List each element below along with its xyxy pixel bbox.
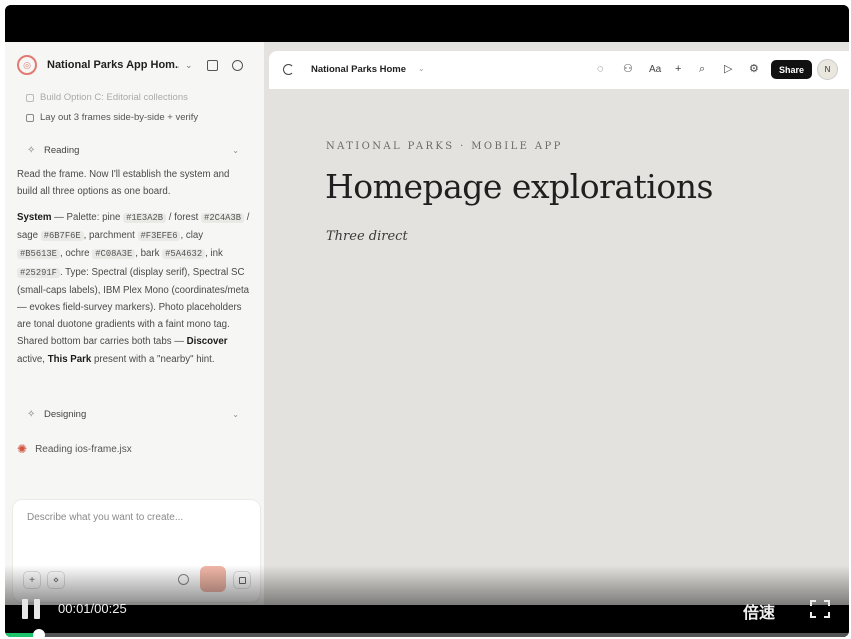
canvas-kicker: NATIONAL PARKS · MOBILE APP bbox=[326, 141, 563, 152]
file-title[interactable]: National Parks Home bbox=[311, 64, 406, 75]
assistant-message-system: System — Palette: pine #1E3A2B / forest … bbox=[17, 212, 250, 365]
playback-time: 00:01/00:25 bbox=[58, 601, 127, 616]
project-name[interactable]: National Parks App Hom... bbox=[47, 59, 179, 71]
video-controls: 00:01/00:25 倍速 bbox=[5, 591, 849, 637]
pause-icon bbox=[22, 599, 28, 619]
assistant-message-intro: Read the frame. Now I'll establish the s… bbox=[17, 169, 230, 198]
pause-icon bbox=[34, 599, 40, 619]
chat-sidebar: ◎ National Parks App Hom... ⌄ Build Opti… bbox=[5, 42, 264, 605]
step-designing[interactable]: ✧ Designing ⌄ bbox=[17, 403, 249, 425]
sidebar-toggle-icon[interactable] bbox=[206, 59, 218, 71]
avatar[interactable]: N bbox=[817, 59, 838, 80]
screen: ◎ National Parks App Hom... ⌄ Build Opti… bbox=[0, 0, 851, 639]
fullscreen-icon[interactable] bbox=[810, 600, 830, 618]
spider-icon: ✺ bbox=[17, 442, 28, 456]
step-reading[interactable]: ✧ Reading ⌄ bbox=[17, 139, 249, 161]
progress-handle[interactable] bbox=[33, 629, 45, 637]
checkbox[interactable] bbox=[26, 93, 34, 102]
chevron-down-icon[interactable]: ⌄ bbox=[185, 60, 193, 71]
todo-item[interactable]: Build Option C: Editorial collections bbox=[26, 92, 188, 103]
checkbox[interactable] bbox=[26, 113, 34, 122]
plus-icon[interactable]: + bbox=[675, 63, 681, 76]
canvas-toolbar: National Parks Home ⌄ ◌ ⚇ Aa + ⌕ ▷ ⚙ Sha… bbox=[269, 51, 849, 89]
chevron-down-icon[interactable]: ⌄ bbox=[418, 64, 425, 73]
chevron-down-icon: ⌄ bbox=[232, 409, 239, 419]
app-logo-icon[interactable]: ◎ bbox=[17, 55, 37, 75]
typography-icon[interactable]: Aa bbox=[649, 63, 661, 76]
pause-button[interactable] bbox=[22, 599, 42, 619]
video-top-bar bbox=[5, 5, 849, 42]
reading-status: ✺ Reading ios-frame.jsx bbox=[17, 442, 132, 456]
design-app: ◎ National Parks App Hom... ⌄ Build Opti… bbox=[5, 42, 849, 605]
video-player: ◎ National Parks App Hom... ⌄ Build Opti… bbox=[5, 5, 849, 637]
design-canvas-area: National Parks Home ⌄ ◌ ⚇ Aa + ⌕ ▷ ⚙ Sha… bbox=[264, 42, 849, 605]
sparkle-icon: ✧ bbox=[27, 144, 36, 156]
composer-input[interactable]: Describe what you want to create... bbox=[27, 512, 183, 523]
comment-icon[interactable]: ◌ bbox=[597, 63, 604, 76]
canvas-heading: Homepage explorations bbox=[325, 167, 713, 206]
share-button[interactable]: Share bbox=[771, 60, 812, 79]
reload-icon[interactable] bbox=[283, 64, 294, 75]
play-icon[interactable]: ▷ bbox=[724, 63, 732, 76]
sidebar-header: ◎ National Parks App Hom... ⌄ bbox=[5, 42, 264, 88]
chevron-down-icon: ⌄ bbox=[232, 145, 239, 155]
todo-item[interactable]: Lay out 3 frames side-by-side + verify bbox=[26, 112, 198, 123]
progress-track[interactable] bbox=[5, 633, 849, 637]
canvas-subheading: Three direct bbox=[326, 229, 408, 244]
users-icon[interactable]: ⚇ bbox=[623, 63, 633, 76]
zoom-icon[interactable]: ⌕ bbox=[699, 63, 705, 76]
sparkle-icon: ✧ bbox=[27, 408, 36, 420]
artboard[interactable]: NATIONAL PARKS · MOBILE APP Homepage exp… bbox=[269, 89, 849, 605]
speed-button[interactable]: 倍速 bbox=[743, 599, 775, 623]
gear-icon[interactable]: ⚙ bbox=[749, 63, 759, 76]
search-icon[interactable] bbox=[231, 59, 243, 71]
